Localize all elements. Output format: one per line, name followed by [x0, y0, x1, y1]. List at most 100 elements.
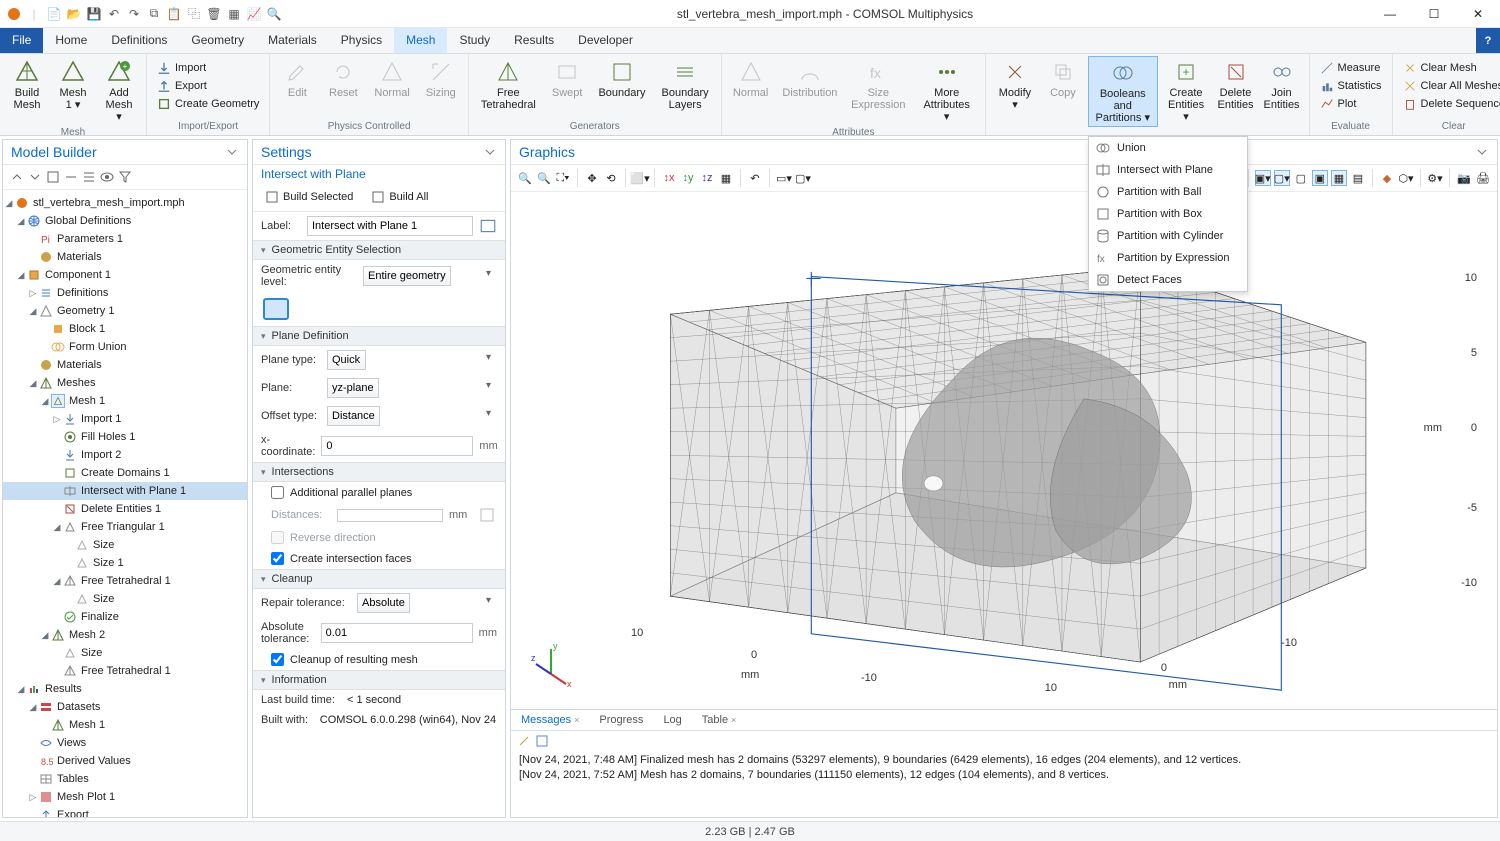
zoom-out-icon[interactable]: 🔍	[536, 170, 552, 186]
tree-node[interactable]: ▷Import 1	[3, 410, 247, 428]
clip-icon[interactable]: ▦	[718, 170, 734, 186]
undo-icon[interactable]: ↶	[106, 6, 122, 22]
sec-cleanup[interactable]: Cleanup	[253, 569, 505, 589]
tree-node[interactable]: ◢Component 1	[3, 266, 247, 284]
tree-node[interactable]: Size	[3, 536, 247, 554]
dd-intersect-plane[interactable]: Intersect with Plane	[1089, 159, 1247, 181]
tree-node[interactable]: Size	[3, 644, 247, 662]
select-point-icon[interactable]: ▣	[1312, 170, 1328, 186]
sec-geometric-entity[interactable]: Geometric Entity Selection	[253, 240, 505, 260]
tree-node[interactable]: Delete Entities 1	[3, 500, 247, 518]
search-icon[interactable]: 🔍	[266, 6, 282, 22]
add-mesh-button[interactable]: +Add Mesh ▾	[98, 56, 140, 125]
tree-node[interactable]: Views	[3, 734, 247, 752]
rotate-icon[interactable]: ⟲	[603, 170, 619, 186]
duplicate-icon[interactable]: ⿻	[186, 6, 202, 22]
print-icon[interactable]: 🖨	[1475, 170, 1491, 186]
axis-x-icon[interactable]: ↕x	[661, 170, 677, 186]
tree-node[interactable]: Block 1	[3, 320, 247, 338]
join-entities-button[interactable]: Join Entities	[1261, 56, 1303, 113]
boundary-button[interactable]: Boundary	[592, 56, 651, 101]
close-button[interactable]: ✕	[1456, 0, 1500, 28]
tab-progress[interactable]: Progress	[589, 710, 653, 730]
tree-node[interactable]: Form Union	[3, 338, 247, 356]
tab-results[interactable]: Results	[502, 28, 566, 53]
nav-down-icon[interactable]	[27, 169, 43, 185]
tree-node[interactable]: ◢Mesh 2	[3, 626, 247, 644]
eye-icon[interactable]	[99, 169, 115, 185]
statistics-button[interactable]: Statistics	[1316, 78, 1386, 94]
tree-node[interactable]: ◢Geometry 1	[3, 302, 247, 320]
tab-file[interactable]: File	[0, 28, 43, 53]
sec-information[interactable]: Information	[253, 670, 505, 690]
plane-type-select[interactable]: Quick	[327, 350, 366, 370]
entity-level-select[interactable]: Entire geometry	[363, 266, 451, 286]
booleans-partitions-button[interactable]: Booleans and Partitions ▾	[1088, 56, 1158, 127]
tab-mesh[interactable]: Mesh	[394, 28, 447, 53]
label-icon[interactable]	[479, 217, 497, 235]
dd-partition-ball[interactable]: Partition with Ball	[1089, 181, 1247, 203]
render-icon[interactable]: ◆	[1379, 170, 1395, 186]
sec-plane-definition[interactable]: Plane Definition	[253, 326, 505, 346]
tab-study[interactable]: Study	[447, 28, 502, 53]
tree-filter-icon[interactable]	[117, 169, 133, 185]
tree-node[interactable]: Tables	[3, 770, 247, 788]
tree-node[interactable]: Free Tetrahedral 1	[3, 662, 247, 680]
redo-icon[interactable]: ↷	[126, 6, 142, 22]
tree-node[interactable]: Materials	[3, 356, 247, 374]
build-mesh-button[interactable]: Build Mesh	[6, 56, 48, 113]
minimize-button[interactable]: —	[1368, 0, 1412, 28]
save-log-icon[interactable]	[535, 734, 549, 748]
tree-node[interactable]: ◢Free Tetrahedral 1	[3, 572, 247, 590]
absolute-tolerance-input[interactable]	[321, 623, 473, 643]
sec-intersections[interactable]: Intersections	[253, 462, 505, 482]
open-icon[interactable]: 📂	[66, 6, 82, 22]
tab-materials[interactable]: Materials	[256, 28, 329, 53]
tree-node[interactable]: ◢Mesh 1	[3, 392, 247, 410]
expand-icon[interactable]	[45, 169, 61, 185]
tree-node[interactable]: Import 2	[3, 446, 247, 464]
tree-node[interactable]: Finalize	[3, 608, 247, 626]
mesh-options-icon[interactable]: ⬡▾	[1398, 170, 1414, 186]
tree-node[interactable]: Create Domains 1	[3, 464, 247, 482]
snapshot-icon[interactable]: 📷	[1456, 170, 1472, 186]
tree-node[interactable]: ◢Datasets	[3, 698, 247, 716]
plane-select[interactable]: yz-plane	[327, 378, 379, 398]
plot-button[interactable]: Plot	[1316, 96, 1386, 112]
collapse-all-icon[interactable]	[63, 169, 79, 185]
save-icon[interactable]: 💾	[86, 6, 102, 22]
tab-log[interactable]: Log	[653, 710, 691, 730]
clear-all-meshes-button[interactable]: Clear All Meshes	[1399, 78, 1500, 94]
build-all-button[interactable]: Build All	[367, 189, 432, 205]
scene-icon[interactable]: ▭▾	[776, 170, 792, 186]
maximize-button[interactable]: ☐	[1412, 0, 1456, 28]
delete-sequence-button[interactable]: Delete Sequence	[1399, 96, 1500, 112]
import-button[interactable]: Import	[153, 60, 263, 76]
tree-node[interactable]: ▷Mesh Plot 1	[3, 788, 247, 806]
select-all-icon[interactable]: ▦	[1331, 170, 1347, 186]
select-edge-icon[interactable]: ▢	[1293, 170, 1309, 186]
create-geometry-button[interactable]: Create Geometry	[153, 96, 263, 112]
geom-selection-icon[interactable]	[263, 298, 289, 320]
tree-node[interactable]: Export	[3, 806, 247, 817]
mesh-select-button[interactable]: Mesh 1 ▾	[52, 56, 94, 113]
tree-node[interactable]: PiParameters 1	[3, 230, 247, 248]
broom-icon[interactable]	[517, 734, 531, 748]
more-attributes-button[interactable]: More Attributes ▾	[914, 56, 979, 125]
dd-partition-box[interactable]: Partition with Box	[1089, 203, 1247, 225]
model-tree[interactable]: ◢stl_vertebra_mesh_import.mph◢Global Def…	[3, 190, 247, 817]
cleanup-mesh-checkbox[interactable]	[271, 653, 284, 666]
new-icon[interactable]: 📄	[46, 6, 62, 22]
create-intersection-faces-checkbox[interactable]	[271, 552, 284, 565]
tab-home[interactable]: Home	[43, 28, 99, 53]
build-selected-button[interactable]: Build Selected	[261, 189, 357, 205]
tree-node[interactable]: Fill Holes 1	[3, 428, 247, 446]
offset-type-select[interactable]: Distance	[327, 406, 380, 426]
tab-geometry[interactable]: Geometry	[179, 28, 256, 53]
create-entities-button[interactable]: +Create Entities ▾	[1162, 56, 1211, 125]
label-input[interactable]	[307, 216, 473, 236]
tree-options-icon[interactable]	[81, 169, 97, 185]
pan-icon[interactable]: ✥	[584, 170, 600, 186]
tab-messages[interactable]: Messages×	[511, 710, 589, 730]
axis-z-icon[interactable]: ↕z	[699, 170, 715, 186]
